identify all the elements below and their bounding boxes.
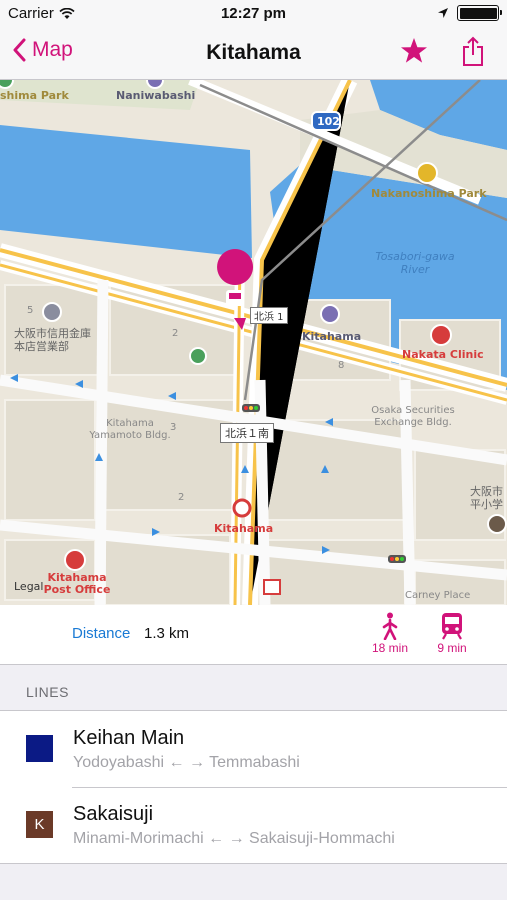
line-route: Yodoyabashi ← → Temmabashi bbox=[73, 754, 300, 771]
clock: 12:27 pm bbox=[220, 5, 287, 22]
distance-label: Distance bbox=[72, 625, 131, 642]
walking-person-icon bbox=[382, 612, 398, 640]
star-icon bbox=[401, 38, 427, 63]
distance-bar: Distance 1.3 km 18 min 9 min bbox=[0, 605, 507, 665]
status-bar: Carrier 12:27 pm bbox=[0, 0, 507, 28]
location-arrow-icon bbox=[438, 8, 448, 18]
map-block-number: 5 bbox=[27, 305, 34, 316]
map-label-kitahama-red: Kitahama bbox=[214, 522, 274, 535]
line-color-swatch bbox=[26, 735, 53, 762]
map-label-naniwabashi: Naniwabashi bbox=[116, 89, 196, 102]
map-label-school: 大阪市平小学 bbox=[470, 485, 503, 511]
status-right bbox=[437, 5, 502, 21]
route-shield-102: 102 bbox=[317, 115, 340, 128]
line-row-sakaisuji[interactable]: K Sakaisuji Minami-Morimachi ← → Sakaisu… bbox=[0, 787, 507, 863]
line-name: Keihan Main bbox=[73, 727, 185, 749]
map-label-river: Tosabori-gawa River bbox=[375, 250, 455, 276]
distance-value: 1.3 km bbox=[144, 625, 190, 642]
navigation-bar: Map Kitahama bbox=[0, 28, 507, 80]
train-icon bbox=[442, 613, 462, 640]
map-block-number: 3 bbox=[170, 422, 177, 433]
map-label-yamamoto-bldg: Kitahama Yamamoto Bldg. bbox=[89, 418, 171, 441]
map-label-nakata-clinic: Nakata Clinic bbox=[402, 348, 484, 361]
map-label-crossing-2: 北浜１南 bbox=[220, 423, 274, 443]
map-label-nakanoshima-park: Nakanoshima Park bbox=[371, 187, 487, 200]
train-time: 9 min bbox=[437, 641, 467, 655]
map-label-osaka-securities: Osaka Securities Exchange Bldg. bbox=[371, 405, 455, 428]
line-color-swatch: K bbox=[26, 811, 53, 838]
map-block-number: 8 bbox=[338, 360, 345, 371]
map-view[interactable]: shima Park Naniwabashi 102 Nakanoshima P… bbox=[0, 80, 507, 605]
map-block-number: 2 bbox=[172, 328, 179, 339]
walk-mode-button[interactable]: 18 min bbox=[366, 611, 414, 655]
lines-list: Keihan Main Yodoyabashi ← → Temmabashi K… bbox=[0, 710, 507, 864]
share-button[interactable] bbox=[461, 36, 485, 73]
line-row-keihan-main[interactable]: Keihan Main Yodoyabashi ← → Temmabashi bbox=[0, 711, 507, 787]
page-title: Kitahama bbox=[206, 41, 301, 64]
battery-icon bbox=[457, 5, 502, 21]
map-label-post-office: Kitahama Post Office bbox=[43, 571, 111, 596]
map-label-shinkin: 大阪市信用金庫本店営業部 bbox=[14, 327, 91, 353]
share-icon bbox=[463, 36, 483, 66]
line-name: Sakaisuji bbox=[73, 803, 154, 825]
map-label-carney-place: Carney Place bbox=[405, 590, 471, 601]
lines-section-header: LINES bbox=[26, 684, 69, 700]
train-mode-button[interactable]: 9 min bbox=[428, 611, 476, 655]
map-label-shima-park: shima Park bbox=[0, 89, 69, 102]
favorite-button[interactable] bbox=[399, 36, 429, 71]
map-label-crossing-1: 北浜 1 bbox=[250, 307, 288, 324]
map-block-number: 2 bbox=[178, 492, 185, 503]
map-label-kitahama-station: Kitahama bbox=[302, 330, 362, 343]
line-route: Minami-Morimachi ← → Sakaisuji-Hommachi bbox=[73, 830, 395, 847]
legal-link[interactable]: Legal bbox=[14, 580, 43, 593]
walk-time: 18 min bbox=[371, 641, 409, 655]
